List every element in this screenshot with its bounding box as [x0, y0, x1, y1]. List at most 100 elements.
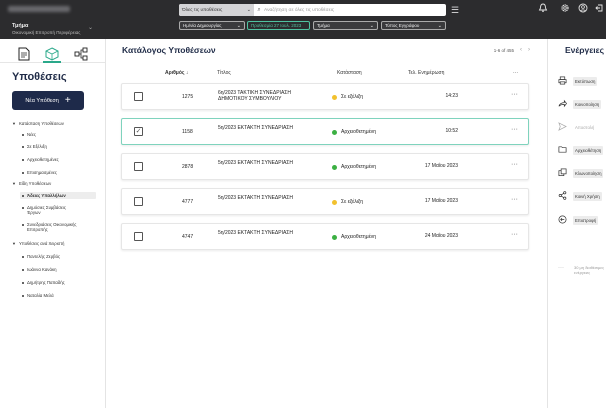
return-action[interactable]: Επιστροφή [556, 214, 606, 226]
filter-sliders-icon[interactable]: ☰ [449, 4, 461, 16]
case-title: 6η/2023 ΤΑΚΤΙΚΗ ΣΥΝΕΔΡΙΑΣΗ ΔΗΜΟΤΙΚΟΥ ΣΥΜ… [218, 90, 291, 102]
tree-item-handler[interactable]: Δημήτρης Παπαδής [22, 280, 65, 285]
tree-item-employee-leave[interactable]: Άδειες Υπαλλήλων [20, 192, 96, 199]
logout-icon[interactable] [594, 3, 606, 15]
archive-action[interactable]: Αρχειοθέτηση [556, 144, 606, 156]
chevron-down-icon[interactable]: ⌄ [88, 24, 93, 31]
org-name[interactable]: Τμήμα [12, 23, 28, 29]
tree-item-handler[interactable]: Ναταλία Μελά [22, 293, 54, 298]
plus-icon: + [64, 94, 71, 106]
more-options-icon[interactable]: ··· [511, 161, 518, 168]
row-checkbox[interactable] [134, 162, 143, 171]
user-icon[interactable] [577, 3, 589, 15]
share-nodes-icon [556, 190, 568, 202]
tree-label: Νέες [27, 132, 37, 137]
column-header-updated[interactable]: Τελ. Ενημέρωση [408, 70, 444, 76]
search-scope-select[interactable]: Όλες τις υποθέσεις ⌄ [179, 4, 254, 16]
status-dot-icon [332, 94, 337, 100]
chip-label: Ημ/νία Δημιουργίας [183, 23, 222, 28]
action-label: Εκτύπωση [573, 76, 598, 86]
sidebar: Υποθέσεις Νέα Υπόθεση + ▼ Κατάσταση Υποθέ… [0, 39, 106, 408]
case-title: 5η/2023 ΕΚΤΑΚΤΗ ΣΥΝΕΔΡΙΑΣΗ [218, 160, 294, 166]
share-action[interactable]: Κοινή Χρήση [556, 190, 606, 202]
last-updated: 24 Μαΐου 2023 [424, 233, 458, 239]
bullet-icon [22, 171, 24, 174]
filter-chip-department[interactable]: Τμήμα ⌄ [313, 21, 378, 30]
action-label: Αποστολή [575, 124, 595, 130]
tree-label-line2: Επιτροπής [27, 227, 48, 232]
print-action[interactable]: Εκτύπωση [556, 75, 606, 87]
tree-item-in-progress[interactable]: Σε Εξέλιξη [22, 144, 47, 149]
action-label: Κοινή Χρήση [573, 191, 602, 201]
table-row[interactable]: 4747 5η/2023 ΕΚΤΑΚΤΗ ΣΥΝΕΔΡΙΑΣΗ Αρχειοθε… [121, 223, 529, 250]
row-checkbox[interactable] [134, 197, 143, 206]
column-header-number[interactable]: Αριθμός ↓ [165, 70, 188, 76]
status-badge: Σε εξέλιξη [332, 94, 363, 100]
bell-icon[interactable] [537, 3, 549, 15]
tree-label: Υποθέσεις ανά Χειριστή [18, 241, 65, 246]
document-icon[interactable] [15, 47, 33, 63]
row-checkbox[interactable]: ✓ [134, 127, 143, 136]
box-icon[interactable] [43, 47, 62, 63]
row-checkbox[interactable] [134, 92, 143, 101]
chevron-left-icon[interactable]: ‹ [520, 47, 522, 53]
filter-chip-deadline[interactable]: Προθεσμία 27 Ιουλ. 2023 [247, 21, 310, 30]
sidebar-title: Υποθέσεις [12, 71, 67, 83]
tree-item-public-contracts[interactable]: Δημόσιες Συμβάσεις Έργων [22, 205, 66, 215]
case-number: 2878 [182, 164, 194, 170]
tree-item-handler[interactable]: Παντελής Ζερβός [22, 254, 60, 259]
filter-chip-created[interactable]: Ημ/νία Δημιουργίας ⌄ [179, 21, 245, 30]
print-icon [556, 76, 568, 87]
return-icon [556, 215, 568, 226]
notify-action[interactable]: Κοινοποίηση [556, 98, 606, 110]
tree-item-committee-meetings[interactable]: Συνεδριάσεις Οικονομικής Επιτροπής [22, 222, 77, 232]
workflow-icon[interactable] [72, 47, 90, 63]
tree-label: Ναταλία Μελά [27, 293, 54, 298]
column-header-status[interactable]: Κατάσταση [337, 70, 362, 76]
table-row[interactable]: ✓ 1158 5η/2023 ΕΚΤΑΚΤΗ ΣΥΝΕΔΡΙΑΣΗ Αρχειο… [121, 118, 529, 145]
tree-label: Σε Εξέλιξη [27, 144, 47, 149]
tree-group-handlers[interactable]: ▼ Υποθέσεις ανά Χειριστή [12, 241, 64, 246]
table-row[interactable]: 4777 5η/2023 ΕΚΤΑΚΤΗ ΣΥΝΕΔΡΙΑΣΗ Σε εξέλι… [121, 188, 529, 215]
bullet-icon [22, 255, 24, 258]
caret-down-icon: ▼ [12, 181, 16, 186]
chevron-down-icon: ⌄ [246, 7, 251, 13]
row-checkbox[interactable] [134, 232, 143, 241]
chip-label: Προθεσμία 27 Ιουλ. 2023 [251, 23, 302, 28]
table-row[interactable]: 2878 5η/2023 ΕΚΤΑΚΤΗ ΣΥΝΕΔΡΙΑΣΗ Αρχειοθε… [121, 153, 529, 180]
tree-group-types[interactable]: ▼ Είδη Υποθέσεων [12, 181, 51, 186]
bullet-icon [22, 223, 24, 226]
table-row[interactable]: 1275 6η/2023 ΤΑΚΤΙΚΗ ΣΥΝΕΔΡΙΑΣΗ ΔΗΜΟΤΙΚΟ… [121, 83, 529, 110]
more-options-icon[interactable]: ··· [511, 91, 518, 98]
last-updated: 17 Μαΐου 2023 [424, 163, 458, 169]
tree-label: Άδειες Υπαλλήλων [27, 193, 66, 198]
status-label: Αρχειοθετημένη [341, 164, 377, 170]
caret-down-icon: ▼ [12, 121, 16, 126]
more-options-icon[interactable]: ··· [511, 231, 518, 238]
search-input[interactable]: Αναζήτηση σε όλες τις υποθέσεις [264, 8, 334, 13]
action-label: Κλωνοποίηση [573, 168, 604, 178]
more-options-icon[interactable]: ··· [558, 265, 564, 271]
tree-item-archived[interactable]: Αρχειοθετημένες [22, 157, 59, 162]
pagination: 1-6 of 455 ‹ › [494, 47, 530, 53]
column-label: Αριθμός [165, 70, 185, 76]
unavailable-actions-note: 30 μη διαθέσιμες ενέργειες [574, 265, 605, 275]
gear-icon[interactable] [559, 3, 571, 15]
tree-item-handler[interactable]: Ιωάννα Κανάκη [22, 267, 56, 272]
column-header-more[interactable]: ··· [513, 70, 518, 76]
chevron-right-icon[interactable]: › [528, 47, 530, 53]
more-options-icon[interactable]: ··· [511, 126, 518, 133]
sidebar-tabs [0, 39, 105, 63]
tree-item-new[interactable]: Νέες [22, 132, 36, 137]
column-header-title[interactable]: Τίτλος [217, 70, 231, 76]
clone-action[interactable]: Κλωνοποίηση [556, 167, 606, 179]
more-options-icon[interactable]: ··· [511, 196, 518, 203]
archive-icon [556, 145, 568, 156]
filter-chip-doctype[interactable]: Τύπος Εγγράφου ⌄ [381, 21, 446, 30]
last-updated: 14:23 [445, 93, 458, 99]
tree-group-status[interactable]: ▼ Κατάσταση Υποθέσεων [12, 121, 64, 126]
tree-item-flagged[interactable]: Επισημασμένες [22, 170, 57, 175]
actions-title: Ενέργειες [565, 45, 605, 55]
bullet-icon [22, 281, 24, 284]
new-case-button[interactable]: Νέα Υπόθεση + [12, 91, 84, 110]
